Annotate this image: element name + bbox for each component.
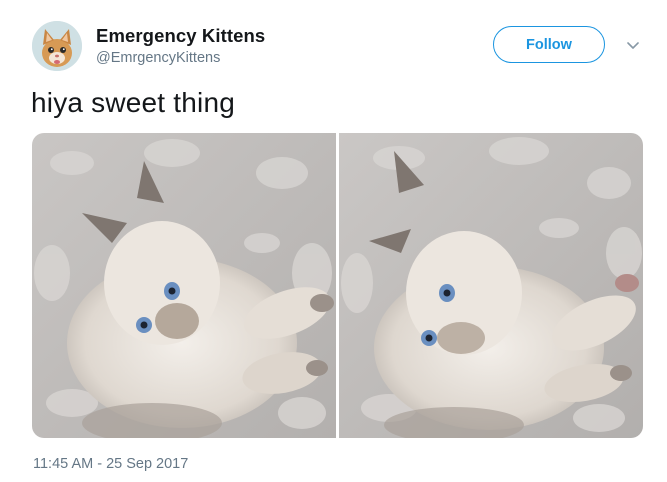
tweet-card: Emergency Kittens @EmrgencyKittens Follo… [0, 0, 667, 482]
kitten-photo-2[interactable] [339, 133, 643, 438]
display-name[interactable]: Emergency Kittens [96, 25, 265, 47]
tweet-text: hiya sweet thing [31, 87, 235, 118]
account-handle[interactable]: @EmrgencyKittens [96, 50, 220, 66]
avatar[interactable] [32, 21, 82, 71]
media-grid [32, 133, 643, 438]
follow-button[interactable]: Follow [493, 26, 605, 63]
tweet-timestamp[interactable]: 11:45 AM - 25 Sep 2017 [33, 456, 188, 472]
kitten-photo-1[interactable] [32, 133, 336, 438]
chevron-down-icon[interactable] [626, 38, 640, 49]
